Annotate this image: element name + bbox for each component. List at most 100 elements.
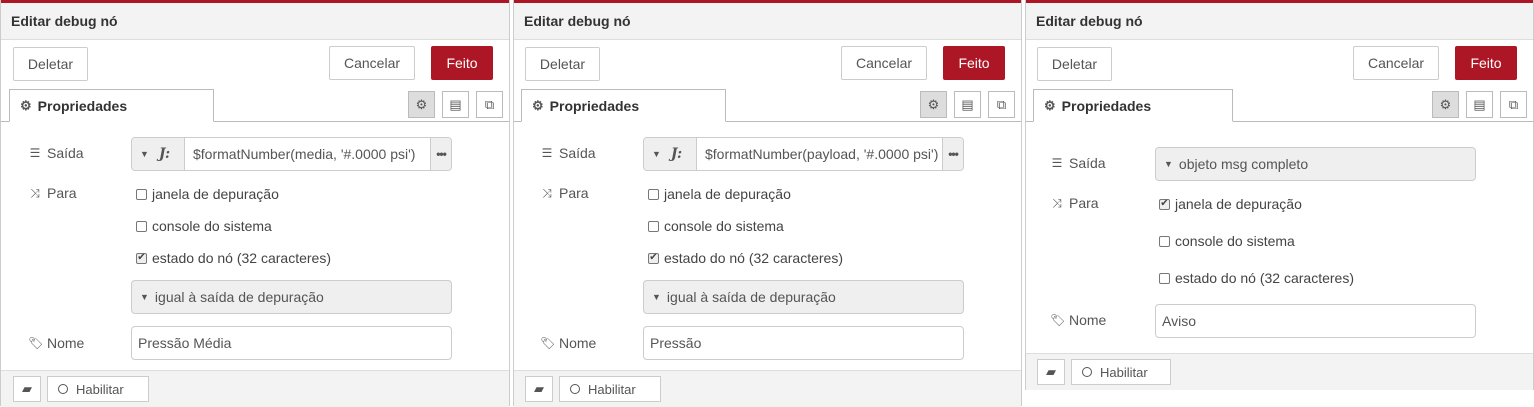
panel-titlebar: Editar debug nó	[1, 3, 509, 40]
name-input[interactable]: Pressão	[643, 326, 964, 360]
status-select[interactable]: ▼ igual à saída de depuração	[643, 280, 964, 314]
settings-tab-icon[interactable]: ⚙	[920, 91, 947, 118]
panel-title: Editar debug nó	[524, 13, 631, 29]
option-debug-window[interactable]: janela de depuração	[136, 186, 279, 202]
checkbox[interactable]	[648, 188, 659, 200]
checkbox[interactable]	[648, 220, 659, 232]
caret-down-icon: ▼	[1164, 159, 1173, 169]
book-icon-button[interactable]: ▰	[525, 376, 553, 402]
output-label: ☰ Saída	[1050, 155, 1106, 171]
description-tab-icon[interactable]: ▤	[954, 91, 981, 118]
tab-properties[interactable]: ⚙ Propriedades	[1033, 89, 1233, 122]
output-label-text: Saída	[559, 145, 596, 161]
edit-panel-2: Editar debug nó Deletar Cancelar Feito ⚙…	[513, 0, 1022, 407]
book-icon-button[interactable]: ▰	[1037, 359, 1065, 385]
description-tab-icon[interactable]: ▤	[442, 91, 469, 118]
output-select[interactable]: ▼ objeto msg completo	[1155, 147, 1476, 181]
output-label: ☰ Saída	[540, 145, 596, 161]
name-input[interactable]: Aviso	[1155, 304, 1476, 338]
expand-editor-button[interactable]: •••	[430, 138, 451, 170]
shuffle-icon: ⤨	[30, 185, 40, 200]
option-debug-window[interactable]: ✔ janela de depuração	[1159, 196, 1302, 212]
tab-bar: ⚙ Propriedades ⚙ ▤ ⧉	[1, 88, 509, 122]
tab-properties-label: Propriedades	[549, 97, 640, 114]
tab-properties[interactable]: ⚙ Propriedades	[521, 89, 726, 122]
name-label: 🏷 Nome	[540, 335, 596, 351]
enable-toggle[interactable]: Habilitar	[47, 376, 149, 402]
delete-button[interactable]: Deletar	[525, 47, 600, 81]
tab-properties[interactable]: ⚙ Propriedades	[9, 89, 214, 122]
name-label-text: Nome	[47, 335, 85, 351]
tag-icon: 🏷	[540, 336, 556, 350]
expand-editor-button[interactable]: •••	[942, 138, 963, 170]
status-select[interactable]: ▼ igual à saída de depuração	[131, 280, 452, 314]
checkbox[interactable]	[136, 188, 147, 200]
delete-button[interactable]: Deletar	[13, 47, 88, 81]
output-typed-input[interactable]: ▼ J: $formatNumber(media, '#.0000 psi') •…	[131, 137, 452, 171]
checkbox-checked[interactable]: ✔	[648, 252, 659, 264]
edit-panel-3: Editar debug nó Deletar Cancelar Feito ⚙…	[1025, 0, 1534, 390]
checkbox-checked[interactable]: ✔	[136, 252, 147, 264]
done-button[interactable]: Feito	[1455, 46, 1517, 80]
tab-bar: ⚙ Propriedades ⚙ ▤ ⧉	[514, 88, 1021, 122]
tab-properties-label: Propriedades	[37, 97, 128, 114]
output-label: ☰ Saída	[28, 145, 84, 161]
book-icon-button[interactable]: ▰	[13, 376, 41, 402]
option-system-console[interactable]: console do sistema	[1159, 233, 1295, 249]
type-selector[interactable]: ▼ J:	[644, 138, 697, 170]
enable-toggle[interactable]: Habilitar	[559, 376, 661, 402]
shuffle-icon: ⤨	[1052, 195, 1062, 210]
cancel-button[interactable]: Cancelar	[1353, 46, 1439, 80]
caret-down-icon: ▼	[652, 292, 661, 302]
option-label: estado do nó (32 caracteres)	[664, 250, 843, 266]
caret-down-icon: ▼	[140, 149, 149, 159]
checkbox-checked[interactable]: ✔	[1159, 198, 1170, 210]
panel-titlebar: Editar debug nó	[514, 3, 1021, 40]
settings-tab-icon[interactable]: ⚙	[1432, 91, 1459, 118]
output-expression[interactable]: $formatNumber(media, '#.0000 psi')	[185, 146, 430, 162]
delete-button[interactable]: Deletar	[1037, 47, 1112, 81]
done-button[interactable]: Feito	[431, 46, 493, 80]
option-label: estado do nó (32 caracteres)	[152, 250, 331, 266]
name-label: 🏷 Nome	[28, 335, 84, 351]
cancel-button[interactable]: Cancelar	[329, 46, 415, 80]
enable-label: Habilitar	[76, 381, 124, 397]
type-selector[interactable]: ▼ J:	[132, 138, 185, 170]
status-select-value: igual à saída de depuração	[666, 289, 836, 305]
option-label: console do sistema	[152, 218, 272, 234]
name-label: 🏷 Nome	[1050, 312, 1106, 328]
cancel-button[interactable]: Cancelar	[841, 46, 927, 80]
option-system-console[interactable]: console do sistema	[648, 218, 784, 234]
option-label: janela de depuração	[664, 186, 791, 202]
tab-bar: ⚙ Propriedades ⚙ ▤ ⧉	[1026, 88, 1533, 122]
output-expression[interactable]: $formatNumber(payload, '#.0000 psi')	[697, 146, 942, 162]
checkbox[interactable]	[136, 220, 147, 232]
tag-icon: 🏷	[28, 336, 44, 350]
to-label: ⤨ Para	[28, 185, 77, 201]
output-label-text: Saída	[47, 145, 84, 161]
appearance-tab-icon[interactable]: ⧉	[988, 91, 1015, 118]
done-button[interactable]: Feito	[943, 46, 1005, 80]
enable-label: Habilitar	[1100, 364, 1148, 380]
appearance-tab-icon[interactable]: ⧉	[1500, 91, 1527, 118]
name-label-text: Nome	[1069, 312, 1107, 328]
option-node-status[interactable]: estado do nó (32 caracteres)	[1159, 270, 1354, 286]
option-system-console[interactable]: console do sistema	[136, 218, 272, 234]
option-node-status[interactable]: ✔ estado do nó (32 caracteres)	[648, 250, 843, 266]
description-tab-icon[interactable]: ▤	[1466, 91, 1493, 118]
jsonata-icon: J:	[158, 146, 171, 162]
option-node-status[interactable]: ✔ estado do nó (32 caracteres)	[136, 250, 331, 266]
to-label: ⤨ Para	[540, 185, 588, 201]
appearance-tab-icon[interactable]: ⧉	[476, 91, 503, 118]
name-input[interactable]: Pressão Média	[131, 326, 452, 360]
option-debug-window[interactable]: janela de depuração	[648, 186, 791, 202]
to-label-text: Para	[47, 185, 77, 201]
enable-toggle[interactable]: Habilitar	[1071, 359, 1171, 385]
checkbox[interactable]	[1159, 235, 1170, 247]
panel-titlebar: Editar debug nó	[1026, 3, 1533, 40]
option-label: console do sistema	[1175, 233, 1295, 249]
settings-tab-icon[interactable]: ⚙	[408, 91, 435, 118]
output-typed-input[interactable]: ▼ J: $formatNumber(payload, '#.0000 psi')…	[643, 137, 964, 171]
checkbox[interactable]	[1159, 272, 1170, 284]
to-label: ⤨ Para	[1050, 195, 1098, 211]
